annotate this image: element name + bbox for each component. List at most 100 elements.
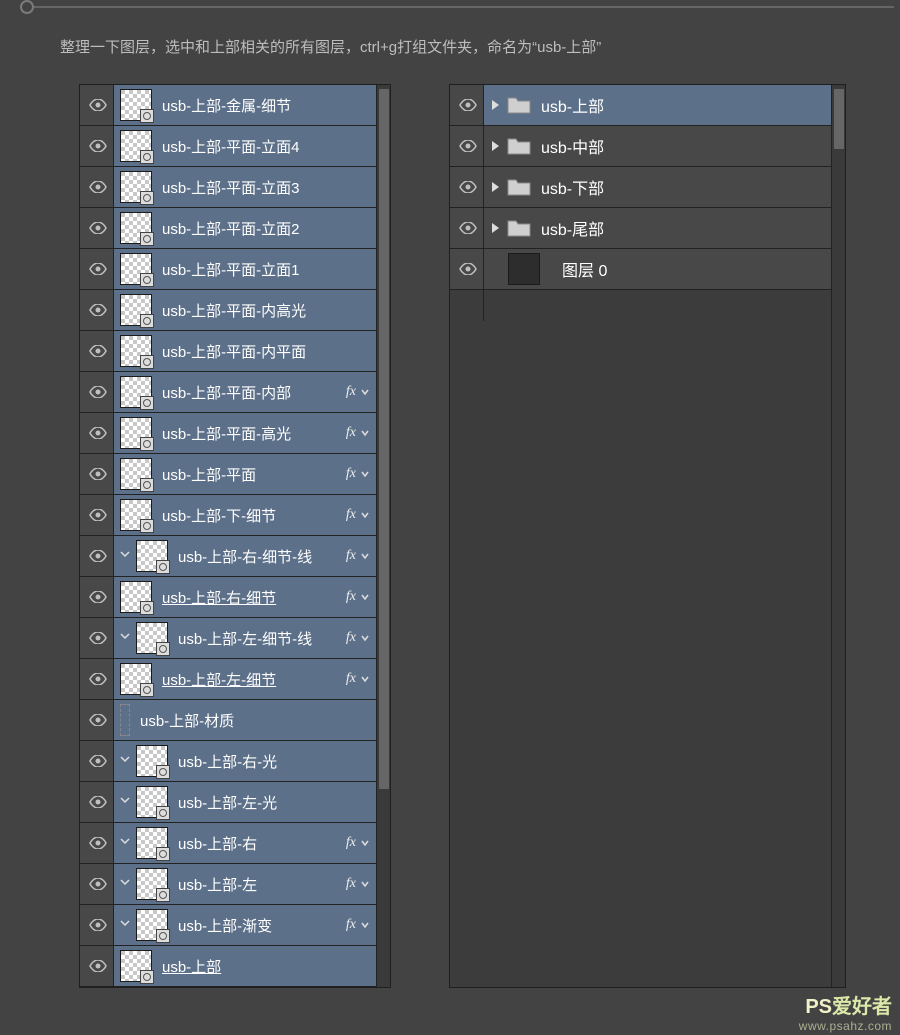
layer-thumbnail[interactable] — [120, 581, 152, 613]
expand-triangle-icon[interactable] — [492, 141, 499, 151]
layer-name-label[interactable]: usb-上部-右-细节-线 — [178, 546, 346, 567]
visibility-toggle[interactable] — [80, 208, 114, 248]
visibility-toggle[interactable] — [450, 85, 484, 125]
visibility-toggle[interactable] — [80, 454, 114, 494]
layer-row[interactable]: usb-上部-左-细节 fx — [80, 659, 376, 700]
layer-name-label[interactable]: usb-上部 — [541, 93, 831, 117]
layer-thumbnail[interactable] — [136, 909, 168, 941]
visibility-toggle[interactable] — [80, 823, 114, 863]
chevron-down-icon[interactable] — [360, 548, 370, 564]
layer-row[interactable]: 图层 0 — [450, 249, 831, 290]
layer-name-label[interactable]: usb-上部-平面-高光 — [162, 423, 346, 444]
layer-row[interactable]: usb-上部-平面-立面4 — [80, 126, 376, 167]
scroll-thumb[interactable] — [379, 89, 389, 789]
visibility-toggle[interactable] — [80, 167, 114, 207]
folder-row[interactable]: usb-中部 — [450, 126, 831, 167]
layer-row[interactable]: usb-上部-左fx — [80, 864, 376, 905]
visibility-toggle[interactable] — [80, 659, 114, 699]
layer-row[interactable]: usb-上部-下-细节fx — [80, 495, 376, 536]
visibility-toggle[interactable] — [80, 249, 114, 289]
layer-thumbnail[interactable] — [120, 253, 152, 285]
layer-name-label[interactable]: usb-上部-平面-立面3 — [162, 177, 376, 198]
layer-row[interactable]: usb-上部 — [80, 946, 376, 987]
chevron-down-icon[interactable] — [360, 425, 370, 441]
layer-row[interactable]: usb-上部-平面-立面1 — [80, 249, 376, 290]
layer-thumbnail[interactable] — [120, 417, 152, 449]
layer-name-label[interactable]: usb-上部-平面-内高光 — [162, 300, 376, 321]
visibility-toggle[interactable] — [450, 208, 484, 248]
visibility-toggle[interactable] — [80, 741, 114, 781]
visibility-toggle[interactable] — [450, 167, 484, 207]
layer-thumbnail[interactable] — [120, 458, 152, 490]
chevron-down-icon[interactable] — [360, 507, 370, 523]
layer-thumbnail[interactable] — [120, 335, 152, 367]
layer-thumbnail[interactable] — [120, 704, 130, 736]
layer-name-label[interactable]: usb-上部-平面-立面2 — [162, 218, 376, 239]
layer-name-label[interactable]: usb-上部-材质 — [140, 710, 376, 731]
visibility-toggle[interactable] — [80, 495, 114, 535]
layer-name-label[interactable]: usb-上部 — [162, 956, 376, 977]
scroll-thumb[interactable] — [834, 89, 844, 149]
layer-name-label[interactable]: usb-上部-右-光 — [178, 751, 376, 772]
layer-row[interactable]: usb-上部-左-光 — [80, 782, 376, 823]
scrollbar[interactable] — [831, 85, 845, 987]
layer-row[interactable]: usb-上部-左-细节-线fx — [80, 618, 376, 659]
layer-name-label[interactable]: usb-上部-左 — [178, 874, 346, 895]
layer-thumbnail[interactable] — [120, 663, 152, 695]
layer-thumbnail[interactable] — [136, 827, 168, 859]
layer-thumbnail[interactable] — [120, 950, 152, 982]
layer-row[interactable]: usb-上部-右-细节-线fx — [80, 536, 376, 577]
layer-name-label[interactable]: 图层 0 — [562, 257, 831, 281]
layer-thumbnail[interactable] — [120, 171, 152, 203]
layer-row[interactable]: usb-上部-平面fx — [80, 454, 376, 495]
layer-thumbnail[interactable] — [136, 786, 168, 818]
visibility-toggle[interactable] — [80, 577, 114, 617]
visibility-toggle[interactable] — [80, 126, 114, 166]
layer-row[interactable]: usb-上部-平面-内部fx — [80, 372, 376, 413]
layer-thumbnail[interactable] — [136, 622, 168, 654]
layer-thumbnail[interactable] — [508, 253, 540, 285]
expand-triangle-icon[interactable] — [492, 100, 499, 110]
chevron-down-icon[interactable] — [360, 835, 370, 851]
chevron-down-icon[interactable] — [360, 384, 370, 400]
layer-name-label[interactable]: usb-上部-左-细节-线 — [178, 628, 346, 649]
visibility-toggle[interactable] — [80, 864, 114, 904]
layer-name-label[interactable]: usb-中部 — [541, 134, 831, 158]
layer-row[interactable]: usb-上部-平面-高光fx — [80, 413, 376, 454]
visibility-toggle[interactable] — [80, 782, 114, 822]
chevron-down-icon[interactable] — [360, 876, 370, 892]
layer-thumbnail[interactable] — [120, 376, 152, 408]
layer-row[interactable]: usb-上部-平面-立面3 — [80, 167, 376, 208]
layer-name-label[interactable]: usb-下部 — [541, 175, 831, 199]
visibility-toggle[interactable] — [80, 946, 114, 986]
layer-thumbnail[interactable] — [120, 294, 152, 326]
chevron-down-icon[interactable] — [360, 917, 370, 933]
layer-row[interactable]: usb-上部-平面-内高光 — [80, 290, 376, 331]
layer-name-label[interactable]: usb-尾部 — [541, 216, 831, 240]
visibility-toggle[interactable] — [450, 249, 484, 289]
visibility-toggle[interactable] — [80, 372, 114, 412]
layer-name-label[interactable]: usb-上部-左-细节 — [162, 669, 346, 690]
expand-triangle-icon[interactable] — [492, 223, 499, 233]
layer-thumbnail[interactable] — [136, 868, 168, 900]
layer-row[interactable]: usb-上部-平面-内平面 — [80, 331, 376, 372]
layer-row[interactable]: usb-上部-右-光 — [80, 741, 376, 782]
layer-row[interactable]: usb-上部-平面-立面2 — [80, 208, 376, 249]
layer-row[interactable]: usb-上部-右-细节 fx — [80, 577, 376, 618]
visibility-toggle[interactable] — [80, 618, 114, 658]
layer-thumbnail[interactable] — [120, 89, 152, 121]
visibility-toggle[interactable] — [80, 331, 114, 371]
layer-thumbnail[interactable] — [136, 745, 168, 777]
layer-row[interactable]: usb-上部-金属-细节 — [80, 85, 376, 126]
scrollbar[interactable] — [376, 85, 390, 987]
chevron-down-icon[interactable] — [360, 671, 370, 687]
layer-name-label[interactable]: usb-上部-平面-立面4 — [162, 136, 376, 157]
layer-row[interactable]: usb-上部-渐变fx — [80, 905, 376, 946]
visibility-toggle[interactable] — [450, 126, 484, 166]
visibility-toggle[interactable] — [80, 905, 114, 945]
layer-thumbnail[interactable] — [120, 130, 152, 162]
expand-triangle-icon[interactable] — [492, 182, 499, 192]
chevron-down-icon[interactable] — [360, 630, 370, 646]
layer-name-label[interactable]: usb-上部-左-光 — [178, 792, 376, 813]
layer-row[interactable]: usb-上部-右fx — [80, 823, 376, 864]
